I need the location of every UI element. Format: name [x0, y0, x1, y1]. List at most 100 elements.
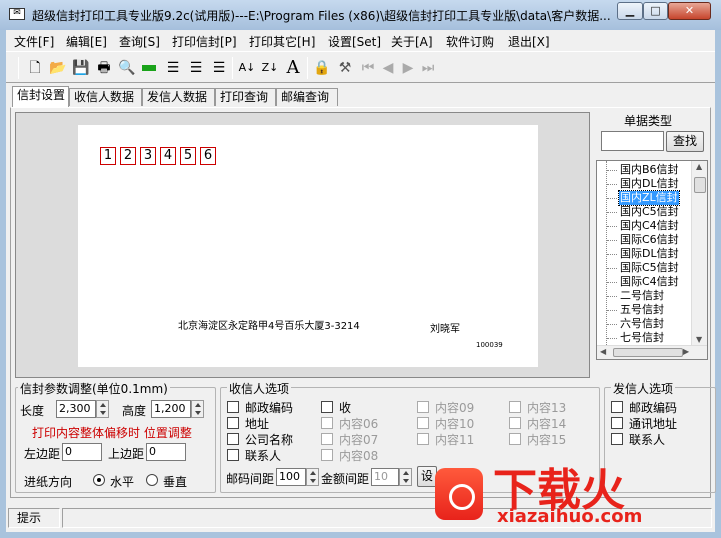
menu-exit[interactable]: 退出[X]: [508, 33, 550, 50]
scroll-right-icon[interactable]: ▶: [683, 347, 689, 356]
recipient-name-text[interactable]: 刘晓军: [430, 320, 460, 335]
tree-item[interactable]: 六号信封: [619, 317, 665, 331]
length-spinner[interactable]: [96, 400, 109, 418]
menu-settings[interactable]: 设置[Set]: [328, 33, 381, 50]
new-file-icon[interactable]: 🗋: [26, 59, 44, 77]
prev-record-icon[interactable]: ◀: [379, 59, 397, 77]
last-record-icon[interactable]: ⏭: [419, 59, 437, 77]
scroll-left-icon[interactable]: ◀: [600, 347, 606, 356]
tree-item[interactable]: 国际C5信封: [619, 261, 680, 275]
recipient-option-checkbox[interactable]: [417, 417, 429, 429]
recipient-option-checkbox[interactable]: [227, 449, 239, 461]
menu-print-other[interactable]: 打印其它[H]: [249, 33, 315, 50]
align-right-icon[interactable]: ☰: [210, 59, 228, 77]
recipient-option-checkbox[interactable]: [321, 449, 333, 461]
tab-print-query[interactable]: 打印查询: [215, 88, 276, 106]
tab-sender-data[interactable]: 发信人数据: [142, 88, 215, 106]
address-text[interactable]: 北京海淀区永定路甲4号百乐大厦3-3214: [178, 317, 360, 332]
lock-icon[interactable]: 🔒: [313, 59, 331, 77]
first-record-icon[interactable]: ⏮: [359, 59, 377, 77]
recipient-option-checkbox[interactable]: [417, 401, 429, 413]
feed-vertical-label[interactable]: 垂直: [163, 473, 187, 490]
sender-zip-checkbox[interactable]: [611, 401, 623, 413]
length-input[interactable]: 2,300: [56, 400, 96, 418]
print-icon[interactable]: 🖶: [95, 59, 113, 77]
recipient-option-checkbox[interactable]: [321, 417, 333, 429]
tab-envelope-settings[interactable]: 信封设置: [12, 86, 69, 107]
tree-item[interactable]: 国内C5信封: [619, 205, 680, 219]
maximize-button[interactable]: □: [643, 2, 668, 20]
sort-desc-icon[interactable]: Z↓: [261, 59, 279, 77]
zip-gap-input[interactable]: 100: [276, 468, 306, 486]
menu-print-envelope[interactable]: 打印信封[P]: [172, 33, 237, 50]
amount-gap-label: 金额间距: [321, 472, 370, 486]
sender-contact-checkbox[interactable]: [611, 433, 623, 445]
tree-item[interactable]: 七号信封: [619, 331, 665, 345]
tree-item[interactable]: 二号信封: [619, 289, 665, 303]
amount-gap-input[interactable]: 10: [371, 468, 399, 486]
menu-file[interactable]: 文件[F]: [14, 33, 54, 50]
recipient-option-checkbox[interactable]: [227, 433, 239, 445]
top-margin-input[interactable]: 0: [146, 443, 186, 461]
font-icon[interactable]: A: [284, 59, 302, 77]
left-margin-input[interactable]: 0: [62, 443, 102, 461]
save-icon[interactable]: 💾: [72, 59, 90, 77]
menu-query[interactable]: 查询[S]: [119, 33, 160, 50]
print-preview-icon[interactable]: 🔍: [118, 59, 136, 77]
green-bar-icon[interactable]: [142, 65, 156, 71]
scroll-thumb[interactable]: [694, 177, 706, 193]
next-record-icon[interactable]: ▶: [399, 59, 417, 77]
top-margin-label: 上边距: [108, 447, 145, 461]
recipient-option-checkbox[interactable]: [321, 433, 333, 445]
height-label: 高度: [122, 404, 147, 418]
sort-asc-icon[interactable]: A↓: [238, 59, 256, 77]
recipient-option-checkbox[interactable]: [417, 433, 429, 445]
align-center-icon[interactable]: ☰: [187, 59, 205, 77]
height-spinner[interactable]: [191, 400, 204, 418]
recipient-option-checkbox[interactable]: [509, 417, 521, 429]
feed-horizontal-label[interactable]: 水平: [110, 473, 134, 490]
recipient-option-label: 内容08: [339, 449, 379, 463]
tree-item[interactable]: 国内ZL信封: [618, 190, 680, 206]
tree-item[interactable]: 国内C4信封: [619, 219, 680, 233]
close-button[interactable]: ✕: [668, 2, 711, 20]
scroll-up-icon[interactable]: ▲: [696, 162, 702, 171]
recipient-option-checkbox[interactable]: [227, 401, 239, 413]
zipcode-text[interactable]: 100039: [476, 341, 503, 349]
menu-order[interactable]: 软件订购: [446, 33, 494, 50]
recipient-option-checkbox[interactable]: [227, 417, 239, 429]
height-input[interactable]: 1,200: [151, 400, 191, 418]
search-button[interactable]: 查找: [666, 131, 704, 152]
recipient-option-checkbox[interactable]: [509, 433, 521, 445]
recipient-option-checkbox[interactable]: [321, 401, 333, 413]
open-folder-icon[interactable]: 📂: [49, 59, 67, 77]
zip-box: 1: [100, 147, 116, 165]
tab-zipcode-query[interactable]: 邮编查询: [276, 88, 338, 106]
amount-gap-spinner[interactable]: [399, 468, 412, 486]
tree-item[interactable]: 国内B6信封: [619, 163, 680, 177]
envelope-search-input[interactable]: [601, 131, 664, 151]
menu-edit[interactable]: 编辑[E]: [66, 33, 107, 50]
tree-item[interactable]: 五号信封: [619, 303, 665, 317]
hscroll-thumb[interactable]: [613, 348, 683, 357]
tools-icon[interactable]: ⚒: [336, 59, 354, 77]
align-left-icon[interactable]: ☰: [164, 59, 182, 77]
feed-vertical-radio[interactable]: [146, 474, 158, 486]
sender-address-checkbox[interactable]: [611, 417, 623, 429]
recipient-option-checkbox[interactable]: [509, 401, 521, 413]
envelope-preview[interactable]: 1 2 3 4 5 6 北京海淀区永定路甲4号百乐大厦3-3214 刘晓军 10…: [78, 125, 538, 367]
tree-item[interactable]: 国际C6信封: [619, 233, 680, 247]
feed-horizontal-radio[interactable]: [93, 474, 105, 486]
horizontal-scrollbar[interactable]: ◀ ▶: [597, 345, 707, 359]
tab-recipient-data[interactable]: 收信人数据: [69, 88, 142, 106]
vertical-scrollbar[interactable]: ▲ ▼: [691, 161, 707, 347]
menu-about[interactable]: 关于[A]: [391, 33, 433, 50]
tree-item[interactable]: 国际DL信封: [619, 247, 680, 261]
zip-gap-spinner[interactable]: [306, 468, 319, 486]
envelope-type-tree[interactable]: 国内B6信封 国内DL信封 国内ZL信封 国内C5信封 国内C4信封 国际C6信封 国际DL…: [596, 160, 708, 360]
tree-item[interactable]: 国内DL信封: [619, 177, 680, 191]
title-bar[interactable]: ✉ 超级信封打印工具专业版9.2c(试用版)---E:\Program File…: [0, 0, 721, 30]
tree-item[interactable]: 国际C4信封: [619, 275, 680, 289]
minimize-button[interactable]: ▁: [617, 2, 643, 20]
scroll-down-icon[interactable]: ▼: [696, 335, 702, 344]
